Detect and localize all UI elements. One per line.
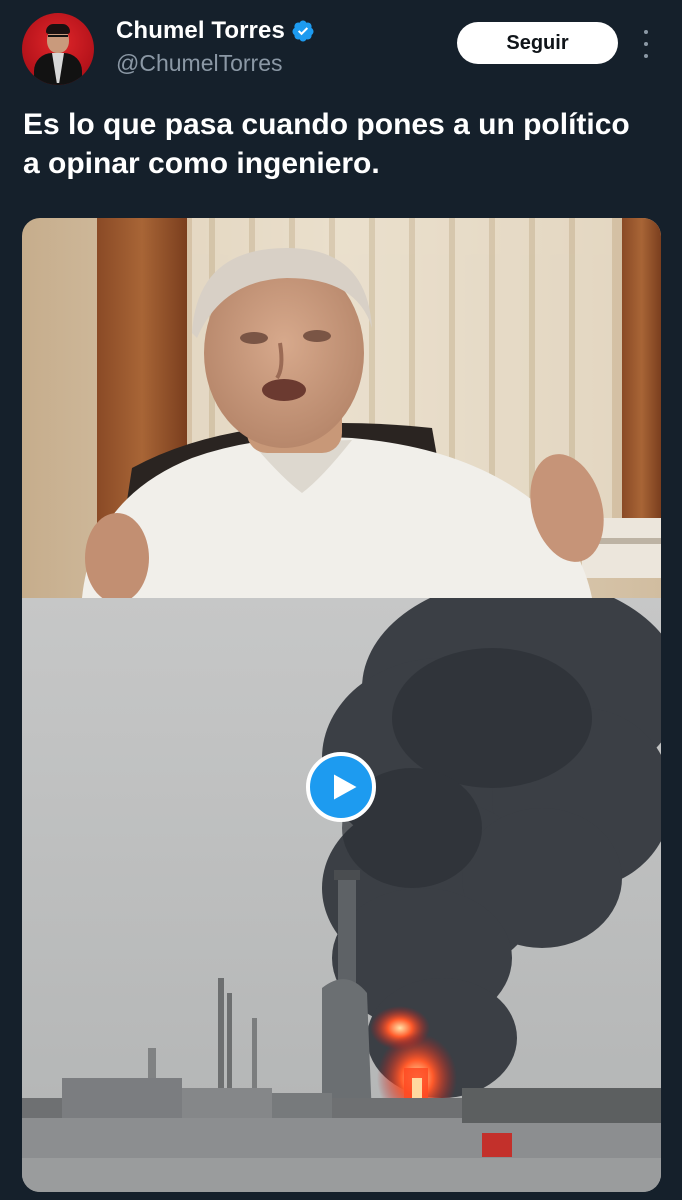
author-handle[interactable]: @ChumelTorres (116, 50, 283, 77)
play-icon (333, 774, 356, 800)
more-vertical-icon[interactable] (640, 30, 652, 58)
avatar[interactable] (22, 13, 94, 85)
tweet-header: Chumel Torres @ChumelTorres Seguir (0, 0, 682, 96)
follow-button[interactable]: Seguir (457, 22, 618, 64)
tweet-text: Es lo que pasa cuando pones a un polític… (23, 108, 630, 180)
video-frame-speaker (22, 218, 661, 598)
author-name-row: Chumel Torres (116, 17, 315, 45)
verified-badge-icon (292, 20, 314, 42)
more-dot (644, 30, 648, 34)
more-dot (644, 54, 648, 58)
avatar-glasses (48, 35, 68, 40)
tweet-video[interactable] (22, 218, 661, 1192)
avatar-hair (46, 24, 70, 34)
play-button[interactable] (306, 752, 376, 822)
more-dot (644, 42, 648, 46)
author-display-name[interactable]: Chumel Torres (116, 17, 285, 45)
video-frame-explosion (22, 598, 661, 1192)
